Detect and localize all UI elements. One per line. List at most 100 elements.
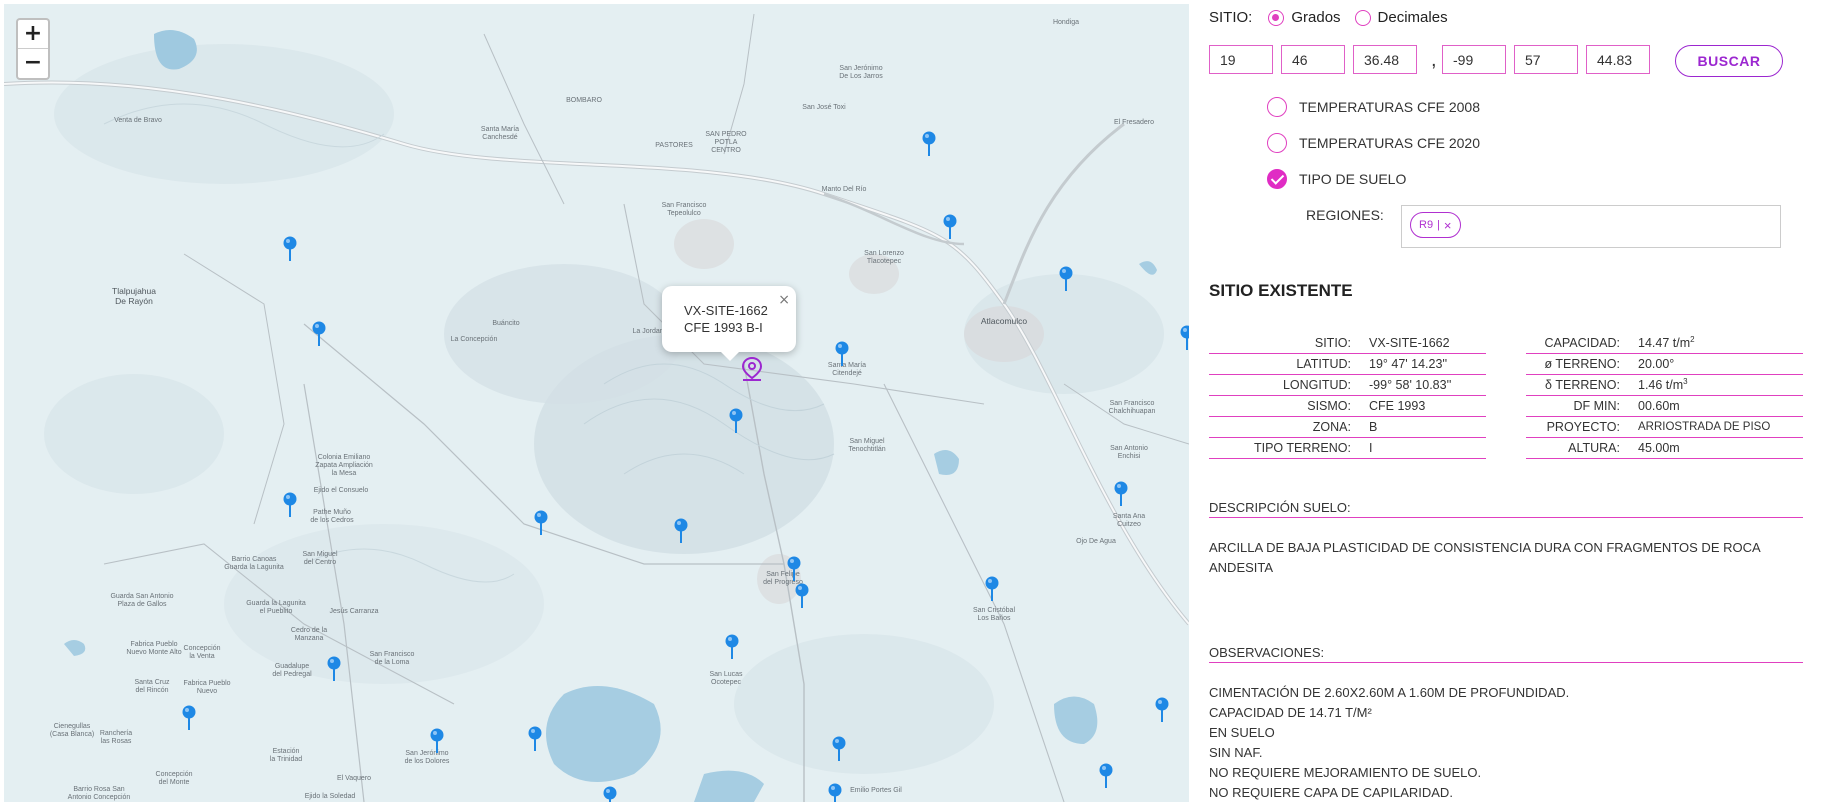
field-label: SISMO:: [1307, 399, 1351, 413]
lon-degrees-input[interactable]: [1442, 45, 1506, 74]
observaciones-title: OBSERVACIONES:: [1209, 645, 1803, 663]
site-marker-icon[interactable]: [729, 408, 743, 434]
field-label: ALTURA:: [1568, 441, 1620, 455]
site-marker-icon[interactable]: [985, 576, 999, 602]
sitio-label: SITIO:: [1209, 9, 1253, 26]
map-view[interactable]: + − Tlalpujahua De Rayón Atlacomulco San…: [4, 4, 1189, 802]
layer-temp-2008-checkbox[interactable]: [1267, 97, 1287, 117]
map-label: San José Toxi: [802, 104, 846, 111]
region-tag-separator: |: [1437, 219, 1440, 231]
field-value: ARRIOSTRADA DE PISO: [1638, 421, 1771, 433]
grados-label: Grados: [1291, 9, 1341, 26]
lon-seconds-input[interactable]: [1586, 45, 1650, 74]
layer-temp-2008[interactable]: TEMPERATURAS CFE 2008: [1267, 97, 1480, 117]
map-label: Pathe Muño de los Cedros: [310, 509, 354, 524]
map-label: Ejido el Consuelo: [313, 487, 369, 494]
observacion-line: EN SUELO: [1209, 725, 1275, 740]
map-label: San Miguel del Centro: [302, 551, 338, 566]
region-tag: R9 | ×: [1410, 212, 1461, 238]
radio-decimales[interactable]: [1354, 9, 1371, 26]
site-marker-icon[interactable]: [787, 556, 801, 582]
site-info-table-right: CAPACIDAD: 14.47 t/m2 ø TERRENO: 20.00° δ …: [1526, 333, 1803, 459]
layer-tipo-suelo-checkbox[interactable]: [1267, 169, 1287, 189]
buscar-button[interactable]: BUSCAR: [1675, 45, 1783, 77]
map-label: San Cristóbal Los Baños: [972, 607, 1016, 622]
map-label: Ejido la Soledad: [304, 793, 356, 800]
field-label: PROYECTO:: [1546, 420, 1620, 434]
map-label: Barrio Rosa San Antonio Concepción: [67, 786, 131, 801]
layer-tipo-suelo-label: TIPO DE SUELO: [1299, 171, 1407, 187]
zoom-out-button[interactable]: −: [18, 49, 48, 78]
map-label: Hondiga: [1052, 19, 1080, 26]
descripcion-suelo-text: ARCILLA DE BAJA PLASTICIDAD DE CONSISTEN…: [1209, 540, 1760, 575]
observacion-line: NO REQUIERE CAPA DE CAPILARIDAD.: [1209, 785, 1453, 800]
table-row: PROYECTO: ARRIOSTRADA DE PISO: [1526, 417, 1803, 438]
observacion-line: CAPACIDAD DE 14.71 T/M²: [1209, 705, 1372, 720]
field-value: 00.60m: [1638, 399, 1680, 413]
map-label: Colonia Emiliano Zapata Ampliación la Me…: [315, 454, 373, 477]
popup-close-button[interactable]: ×: [778, 292, 790, 308]
map-label: Emilio Portes Gil: [850, 787, 902, 794]
map-label: San Francisco Tepeolulco: [661, 202, 707, 217]
lon-minutes-input[interactable]: [1514, 45, 1578, 74]
map-label: San Lorenzo Tlacotepec: [864, 250, 904, 265]
site-marker-icon[interactable]: [828, 783, 842, 802]
layer-temp-2020[interactable]: TEMPERATURAS CFE 2020: [1267, 133, 1480, 153]
site-marker-icon[interactable]: [832, 736, 846, 762]
map-label: El Fresadero: [1113, 119, 1155, 126]
site-marker-icon[interactable]: [1059, 266, 1073, 292]
site-marker-icon[interactable]: [603, 786, 617, 802]
site-popup: × VX-SITE-1662 CFE 1993 B-I: [662, 286, 796, 361]
site-marker-icon[interactable]: [674, 518, 688, 544]
table-row: SISMO: CFE 1993: [1209, 396, 1486, 417]
field-value: CFE 1993: [1369, 399, 1426, 413]
decimales-label: Decimales: [1377, 9, 1448, 26]
field-label: DF MIN:: [1573, 399, 1620, 413]
field-value: VX-SITE-1662: [1369, 336, 1450, 350]
site-marker-icon[interactable]: [528, 726, 542, 752]
map-label: Venta de Bravo: [114, 117, 162, 124]
site-marker-icon[interactable]: [430, 728, 444, 754]
site-marker-icon[interactable]: [327, 656, 341, 682]
field-label: ZONA:: [1312, 420, 1351, 434]
map-label: Santa María Canchesdé: [480, 126, 520, 141]
site-marker-icon[interactable]: [534, 510, 548, 536]
lat-degrees-input[interactable]: [1209, 45, 1273, 74]
format-grados-option[interactable]: Grados: [1268, 9, 1341, 26]
site-marker-icon[interactable]: [725, 634, 739, 660]
zoom-in-button[interactable]: +: [18, 20, 48, 49]
region-remove-icon[interactable]: ×: [1444, 218, 1452, 233]
map-label: Jesús Carranza: [329, 608, 379, 615]
lat-seconds-input[interactable]: [1353, 45, 1417, 74]
format-decimales-option[interactable]: Decimales: [1354, 9, 1448, 26]
site-marker-icon[interactable]: [943, 214, 957, 240]
table-row: ALTURA: 45.00m: [1526, 438, 1803, 459]
site-marker-icon[interactable]: [1114, 481, 1128, 507]
layer-temp-2020-checkbox[interactable]: [1267, 133, 1287, 153]
site-marker-icon[interactable]: [1099, 763, 1113, 789]
field-label: CAPACIDAD:: [1544, 336, 1620, 350]
map-label: Concepción del Monte: [155, 771, 193, 786]
site-marker-icon[interactable]: [283, 236, 297, 262]
lat-minutes-input[interactable]: [1281, 45, 1345, 74]
site-marker-icon[interactable]: [1180, 325, 1189, 351]
layer-tipo-suelo[interactable]: TIPO DE SUELO: [1267, 169, 1406, 189]
field-label: ø TERRENO:: [1544, 357, 1620, 371]
site-marker-icon[interactable]: [312, 321, 326, 347]
selected-site-marker-icon[interactable]: [740, 356, 764, 382]
radio-grados[interactable]: [1268, 9, 1285, 26]
table-row: LONGITUD: -99° 58' 10.83'': [1209, 375, 1486, 396]
site-marker-icon[interactable]: [1155, 697, 1169, 723]
site-marker-icon[interactable]: [283, 492, 297, 518]
site-marker-icon[interactable]: [795, 583, 809, 609]
table-row: ZONA: B: [1209, 417, 1486, 438]
site-marker-icon[interactable]: [922, 131, 936, 157]
table-row: TIPO TERRENO: I: [1209, 438, 1486, 459]
map-label: BOMBARO: [566, 97, 602, 104]
site-marker-icon[interactable]: [182, 705, 196, 731]
map-label: Fabrica Pueblo Nuevo: [183, 680, 231, 695]
site-marker-icon[interactable]: [835, 341, 849, 367]
regiones-select[interactable]: R9 | ×: [1401, 205, 1781, 248]
table-row: ø TERRENO: 20.00°: [1526, 354, 1803, 375]
sitio-existente-title: SITIO EXISTENTE: [1209, 281, 1353, 300]
